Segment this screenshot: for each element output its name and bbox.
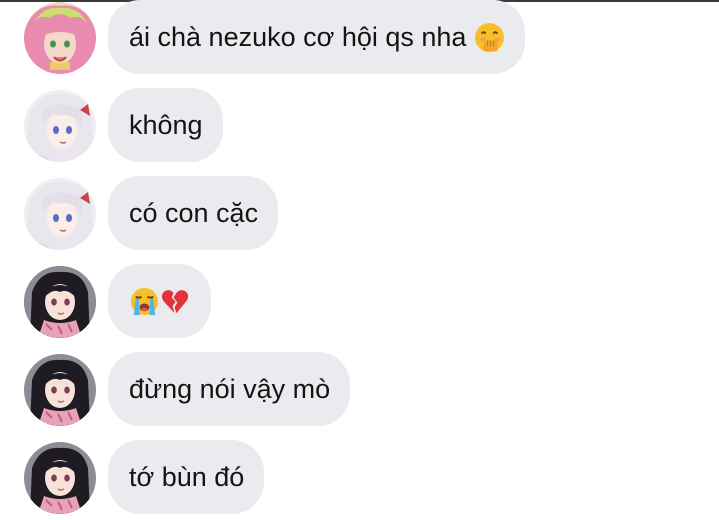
broken-heart-emoji: [160, 286, 191, 317]
avatar-dark-hair[interactable]: [24, 354, 96, 426]
avatar-dark-hair[interactable]: [24, 266, 96, 338]
message-bubble[interactable]: đừng nói vậy mò: [108, 352, 351, 426]
message-row: đừng nói vậy mò: [0, 352, 719, 432]
message-row: [0, 264, 719, 344]
message-row: tớ bùn đó: [0, 440, 719, 520]
avatar-pink-hair[interactable]: [24, 2, 96, 74]
message-bubble[interactable]: có con cặc: [108, 176, 279, 250]
message-text: không: [129, 109, 203, 140]
avatar-white-hair[interactable]: [24, 90, 96, 162]
message-row: có con cặc: [0, 176, 719, 256]
message-bubble[interactable]: [108, 264, 211, 338]
message-text: tớ bùn đó: [129, 461, 245, 492]
hand-over-mouth-emoji: [474, 22, 505, 53]
loudly-crying-emoji: [129, 286, 160, 317]
avatar-white-hair[interactable]: [24, 178, 96, 250]
message-bubble[interactable]: không: [108, 88, 223, 162]
avatar-dark-hair[interactable]: [24, 442, 96, 514]
message-text: đừng nói vậy mò: [129, 373, 331, 404]
message-bubble[interactable]: ái chà nezuko cơ hội qs nha: [108, 0, 526, 74]
message-row: không: [0, 88, 719, 168]
message-text: có con cặc: [129, 197, 259, 228]
message-text: ái chà nezuko cơ hội qs nha: [129, 21, 467, 52]
message-row: ái chà nezuko cơ hội qs nha: [0, 0, 719, 80]
message-bubble[interactable]: tớ bùn đó: [108, 440, 265, 514]
